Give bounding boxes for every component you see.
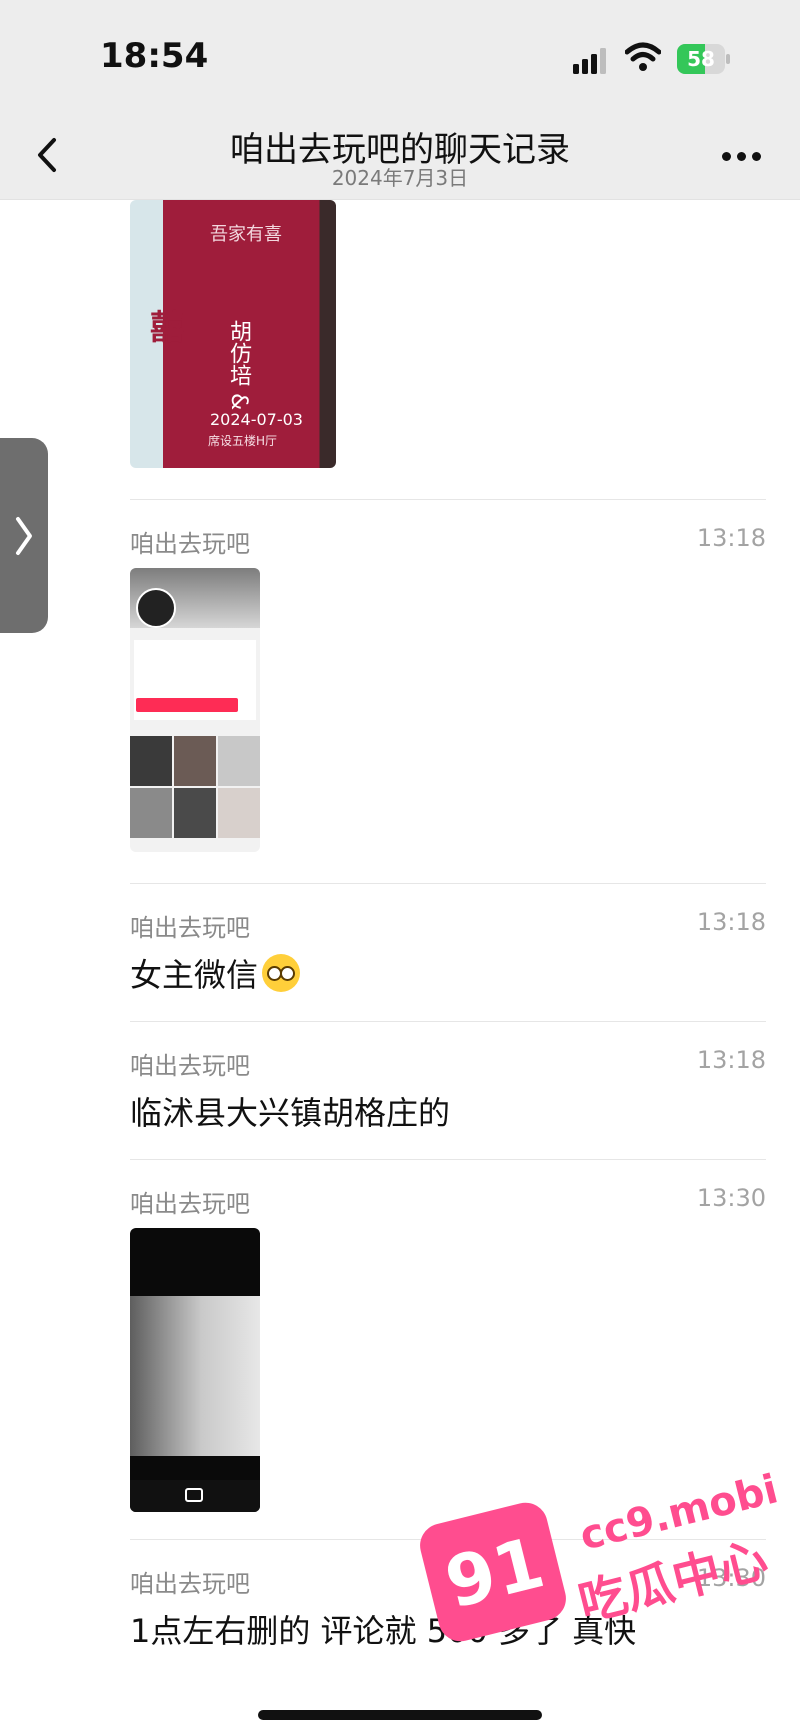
- message-image[interactable]: [130, 568, 260, 852]
- poster-date: 2024-07-03: [210, 410, 303, 429]
- message-time: 13:18: [696, 524, 766, 552]
- poster-title: 吾家有喜: [210, 224, 282, 245]
- status-bar: 18:54 58: [0, 0, 800, 110]
- message-item: 咱出去玩吧 13:18 临沭县大兴镇胡格庄的: [130, 1022, 766, 1160]
- more-button[interactable]: [718, 142, 766, 168]
- message-image[interactable]: [130, 1228, 260, 1512]
- poster-name: 胡仿培 &: [226, 320, 251, 411]
- message-item: 咱出去玩吧 13:30: [130, 1160, 766, 1540]
- message-sender: 咱出去玩吧: [130, 1052, 250, 1080]
- message-item: 囍 吾家有喜 胡仿培 & 2024-07-03 席设五楼H厅: [130, 200, 766, 500]
- message-item: 咱出去玩吧 13:30 1点左右删的 评论就 500 多了 真快: [130, 1540, 766, 1700]
- battery-level: 58: [687, 47, 715, 71]
- poster-xi: 囍: [150, 308, 184, 348]
- poster-venue: 席设五楼H厅: [208, 434, 278, 448]
- message-time: 13:18: [696, 1046, 766, 1074]
- message-text: 女主微信: [130, 956, 259, 994]
- dizzy-face-icon: [262, 954, 301, 992]
- message-time: 13:30: [696, 1564, 766, 1592]
- message-sender: 咱出去玩吧: [130, 530, 250, 558]
- chevron-right-icon: [16, 517, 32, 555]
- wifi-icon: [625, 42, 661, 71]
- page-subtitle: 2024年7月3日: [331, 166, 469, 190]
- cellular-signal-icon: [573, 48, 606, 74]
- message-sender: 咱出去玩吧: [130, 1570, 250, 1598]
- home-indicator[interactable]: [258, 1710, 542, 1720]
- status-time: 18:54: [100, 36, 209, 76]
- message-time: 13:30: [696, 1184, 766, 1212]
- message-time: 13:18: [696, 908, 766, 936]
- message-text: 1点左右删的 评论就 500 多了 真快: [130, 1612, 637, 1650]
- nav-bar: 咱出去玩吧的聊天记录 2024年7月3日: [0, 110, 800, 200]
- message-image[interactable]: 囍 吾家有喜 胡仿培 & 2024-07-03 席设五楼H厅: [130, 200, 336, 468]
- message-item: 咱出去玩吧 13:18 女主微信: [130, 884, 766, 1022]
- message-sender: 咱出去玩吧: [130, 1190, 250, 1218]
- message-text: 临沭县大兴镇胡格庄的: [130, 1094, 451, 1132]
- message-text-row: 女主微信: [130, 950, 301, 996]
- message-item: 咱出去玩吧 13:18: [130, 500, 766, 884]
- battery-icon: 58: [677, 44, 731, 74]
- side-expand-tab[interactable]: [0, 438, 48, 633]
- ellipsis-icon: [722, 152, 731, 161]
- message-sender: 咱出去玩吧: [130, 914, 250, 942]
